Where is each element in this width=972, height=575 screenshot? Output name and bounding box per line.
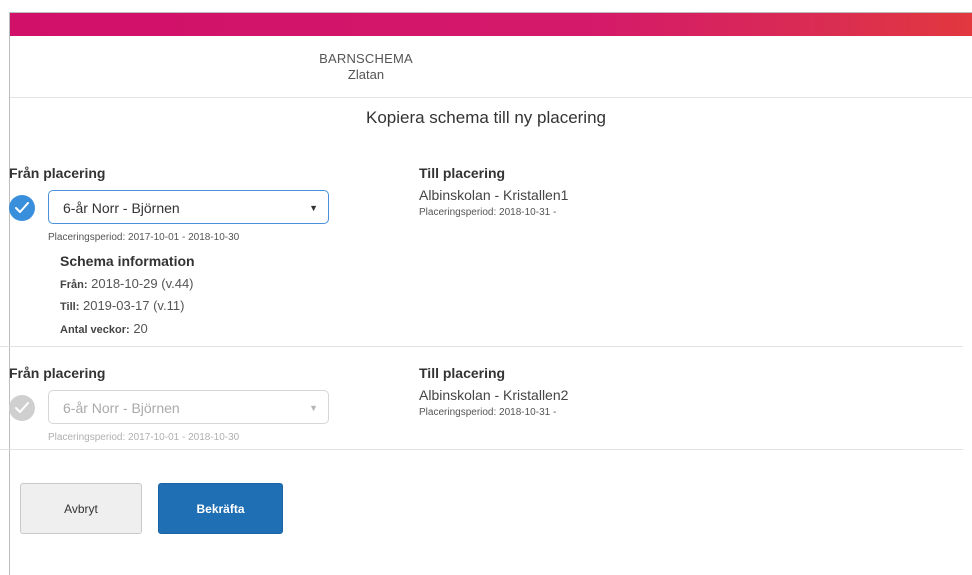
checkmark-icon[interactable]: [9, 395, 35, 421]
from-placement-label: Från placering: [9, 365, 106, 381]
schema-to-key: Till:: [60, 301, 80, 313]
schema-to-value: 2019-03-17 (v.11): [82, 298, 185, 313]
child-name: Zlatan: [347, 67, 385, 82]
placement-period: Placeringsperiod: 2017-10-01 - 2018-10-3…: [48, 232, 240, 243]
schema-to: Till: 2019-03-17 (v.11): [60, 298, 184, 313]
cancel-button[interactable]: Avbryt: [20, 483, 142, 534]
checkmark-icon[interactable]: [9, 195, 35, 221]
to-placement-label: Till placering: [419, 365, 506, 381]
placement-period: Placeringsperiod: 2017-10-01 - 2018-10-3…: [48, 432, 240, 443]
app-header: BARNSCHEMA Zlatan: [10, 36, 972, 98]
to-placement-value: Albinskolan - Kristallen1: [419, 187, 569, 203]
dialog-title: Kopiera schema till ny placering: [365, 108, 606, 127]
select-value: 6-år Norr - Björnen: [63, 200, 180, 216]
dropdown-arrow-icon: ▼: [309, 203, 318, 213]
to-placement-value: Albinskolan - Kristallen2: [419, 387, 569, 403]
schema-from-key: Från:: [60, 279, 88, 291]
schema-from-value: 2018-10-29 (v.44): [91, 276, 194, 291]
dropdown-arrow-icon: ▼: [309, 403, 318, 413]
brand-bar: [10, 13, 972, 36]
from-placement-label: Från placering: [9, 165, 106, 181]
select-value: 6-år Norr - Björnen: [63, 400, 180, 416]
app-title: BARNSCHEMA: [319, 51, 413, 66]
to-placement-label: Till placering: [419, 165, 506, 181]
confirm-button[interactable]: Bekräfta: [158, 483, 283, 534]
to-placement-period: Placeringsperiod: 2018-10-31 -: [419, 207, 557, 218]
from-placement-select[interactable]: 6-år Norr - Björnen ▼: [48, 390, 329, 424]
placement-row-2: Från placering 6-år Norr - Björnen ▼ Pla…: [0, 352, 963, 450]
schema-info-title: Schema information: [60, 253, 195, 269]
schema-weeks-value: 20: [133, 321, 148, 336]
schema-from: Från: 2018-10-29 (v.44): [60, 276, 194, 291]
schema-weeks: Antal veckor: 20: [60, 321, 148, 336]
schema-weeks-key: Antal veckor:: [60, 324, 130, 336]
from-placement-select[interactable]: 6-år Norr - Björnen ▼: [48, 190, 329, 224]
placement-row-1: Från placering 6-år Norr - Björnen ▼ Pla…: [0, 152, 963, 347]
to-placement-period: Placeringsperiod: 2018-10-31 -: [419, 407, 557, 418]
